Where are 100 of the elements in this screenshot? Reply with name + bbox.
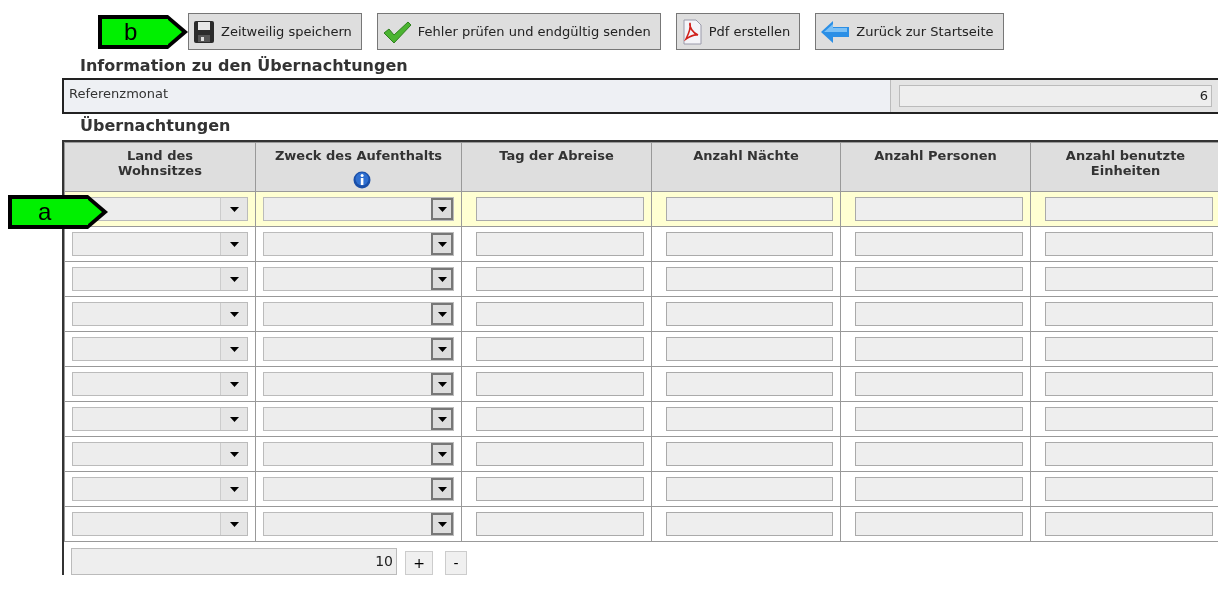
- column-header: Anzahl benutzte Einheiten: [1030, 142, 1218, 192]
- input-field[interactable]: [855, 512, 1023, 536]
- section-title: Information zu den Übernachtungen: [80, 56, 409, 76]
- toolbar-button[interactable]: Pdf erstellen: [675, 13, 801, 50]
- caret-icon: [437, 486, 447, 492]
- input-field[interactable]: [855, 267, 1023, 291]
- input-field[interactable]: [855, 442, 1023, 466]
- input-field[interactable]: [855, 197, 1023, 221]
- input-field[interactable]: [1045, 477, 1213, 501]
- caret-icon: [229, 206, 239, 212]
- table-row[interactable]: [64, 261, 1218, 297]
- input-field[interactable]: [855, 232, 1023, 256]
- table-row[interactable]: [64, 226, 1218, 262]
- dropdown-field[interactable]: [263, 372, 454, 396]
- input-field[interactable]: [1045, 372, 1213, 396]
- input-field[interactable]: [476, 442, 644, 466]
- input-field[interactable]: [1045, 337, 1213, 361]
- input-field[interactable]: [476, 232, 644, 256]
- table-row[interactable]: [64, 366, 1218, 402]
- toolbar-button[interactable]: Zeitweilig speichern: [188, 13, 362, 50]
- callout-label: b: [124, 20, 138, 44]
- input-field[interactable]: [1045, 512, 1213, 536]
- caret-icon: [437, 381, 447, 387]
- input-field[interactable]: [476, 337, 644, 361]
- caret-icon: [437, 206, 447, 212]
- input-field[interactable]: [1045, 197, 1213, 221]
- input-field[interactable]: [666, 232, 833, 256]
- input-field[interactable]: [476, 372, 644, 396]
- input-field[interactable]: [476, 197, 644, 221]
- input-field[interactable]: [1045, 267, 1213, 291]
- input-field[interactable]: [1045, 232, 1213, 256]
- dropdown-field[interactable]: [263, 302, 454, 326]
- column-header: Anzahl Nächte: [651, 142, 841, 192]
- dropdown-field[interactable]: [72, 407, 248, 431]
- dropdown-field[interactable]: [72, 337, 248, 361]
- input-field[interactable]: [666, 372, 833, 396]
- dropdown-field[interactable]: [263, 477, 454, 501]
- row-count-field[interactable]: 10: [71, 547, 397, 575]
- dropdown-field[interactable]: [263, 442, 454, 466]
- caret-icon: [229, 311, 239, 317]
- input-field[interactable]: [666, 302, 833, 326]
- table-row[interactable]: [64, 506, 1218, 542]
- input-field[interactable]: [476, 302, 644, 326]
- column-header: Zweck des Aufenthalts: [274, 148, 443, 163]
- caret-icon: [229, 276, 239, 282]
- dropdown-field[interactable]: [263, 232, 454, 256]
- caret-icon: [437, 276, 447, 282]
- input-field[interactable]: [1045, 407, 1213, 431]
- caret-icon: [437, 346, 447, 352]
- number-field[interactable]: 6: [899, 85, 1212, 107]
- caret-icon: [437, 241, 447, 247]
- left-arrow-icon: [820, 18, 851, 45]
- input-field[interactable]: [1045, 442, 1213, 466]
- dropdown-field[interactable]: [72, 477, 248, 501]
- table-row[interactable]: [64, 296, 1218, 332]
- input-field[interactable]: [666, 407, 833, 431]
- dropdown-field[interactable]: [72, 267, 248, 291]
- caret-icon: [229, 416, 239, 422]
- caret-icon: [437, 416, 447, 422]
- input-field[interactable]: [666, 442, 833, 466]
- input-field[interactable]: [476, 407, 644, 431]
- input-field[interactable]: [666, 477, 833, 501]
- input-field[interactable]: [855, 302, 1023, 326]
- input-field[interactable]: [666, 197, 833, 221]
- input-field[interactable]: [1045, 302, 1213, 326]
- checkmark-icon: [381, 19, 412, 44]
- input-field[interactable]: [666, 337, 833, 361]
- toolbar-button[interactable]: Zurück zur Startseite: [815, 13, 1004, 50]
- table-row[interactable]: [64, 436, 1218, 472]
- caret-icon: [229, 381, 239, 387]
- table-row[interactable]: [64, 331, 1218, 367]
- add-row-button[interactable]: +: [405, 550, 433, 575]
- pdf-document-icon: [680, 18, 703, 45]
- input-field[interactable]: [476, 267, 644, 291]
- input-field[interactable]: [855, 477, 1023, 501]
- dropdown-field[interactable]: [263, 407, 454, 431]
- input-field[interactable]: [666, 512, 833, 536]
- input-field[interactable]: [476, 512, 644, 536]
- dropdown-field[interactable]: [72, 372, 248, 396]
- caret-icon: [229, 451, 239, 457]
- dropdown-field[interactable]: [263, 512, 454, 536]
- input-field[interactable]: [855, 407, 1023, 431]
- dropdown-field[interactable]: [263, 337, 454, 361]
- dropdown-field[interactable]: [72, 232, 248, 256]
- dropdown-field[interactable]: [72, 442, 248, 466]
- column-header: Anzahl Personen: [840, 142, 1031, 192]
- table-row[interactable]: [64, 401, 1218, 437]
- remove-row-button[interactable]: -: [445, 550, 467, 575]
- table-row[interactable]: [64, 471, 1218, 507]
- input-field[interactable]: [666, 267, 833, 291]
- toolbar-button[interactable]: Fehler prüfen und endgültig senden: [376, 13, 661, 50]
- callout-label: a: [38, 200, 52, 224]
- input-field[interactable]: [855, 337, 1023, 361]
- dropdown-field[interactable]: [72, 512, 248, 536]
- input-field[interactable]: [476, 477, 644, 501]
- caret-icon: [229, 346, 239, 352]
- dropdown-field[interactable]: [263, 267, 454, 291]
- dropdown-field[interactable]: [72, 302, 248, 326]
- input-field[interactable]: [855, 372, 1023, 396]
- dropdown-field[interactable]: [263, 197, 454, 221]
